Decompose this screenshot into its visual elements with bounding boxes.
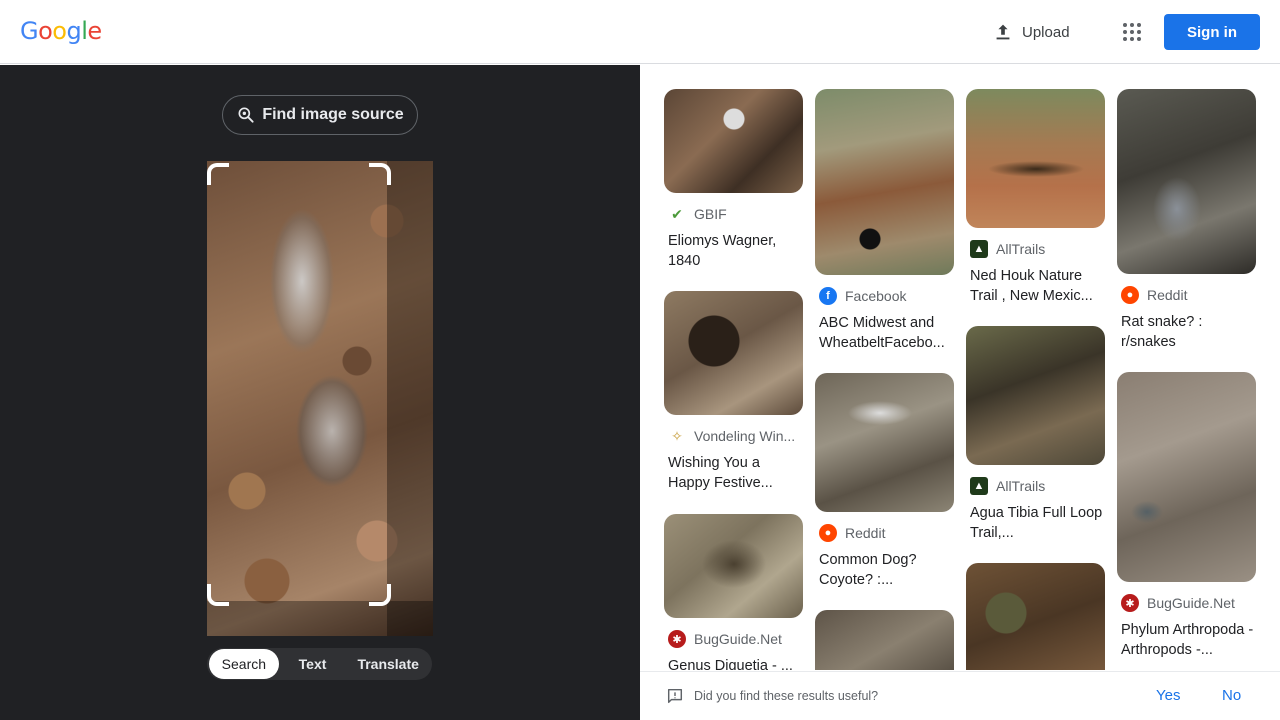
result-title[interactable]: Wishing You a Happy Festive... xyxy=(664,453,803,493)
crop-dim-bottom xyxy=(207,601,433,636)
result-source: ✱ BugGuide.Net xyxy=(1117,594,1256,612)
source-name: BugGuide.Net xyxy=(694,631,782,647)
result-card[interactable]: ● Reddit Common Dog? Coyote? :... xyxy=(815,373,954,590)
source-name: AllTrails xyxy=(996,478,1046,494)
result-source: ▲ AllTrails xyxy=(966,477,1105,495)
result-thumbnail[interactable] xyxy=(815,610,954,670)
source-name: GBIF xyxy=(694,206,727,222)
mode-switcher: Search Text Translate xyxy=(207,648,432,680)
find-image-source-button[interactable]: Find image source xyxy=(222,95,418,135)
result-title[interactable]: Phylum Arthropoda - Arthropods -... xyxy=(1117,620,1256,660)
source-name: Reddit xyxy=(845,525,886,541)
result-card[interactable]: f Facebook ABC Midwest and WheatbeltFaceb… xyxy=(815,89,954,353)
result-thumbnail[interactable] xyxy=(966,563,1105,670)
result-thumbnail[interactable] xyxy=(815,89,954,275)
feedback-question: Did you find these results useful? xyxy=(694,689,879,703)
find-image-source-label: Find image source xyxy=(262,106,404,123)
feedback-yes-button[interactable]: Yes xyxy=(1156,687,1180,704)
result-title[interactable]: Ned Houk Nature Trail , New Mexic... xyxy=(966,266,1105,306)
feedback-bar: Did you find these results useful? Yes N… xyxy=(640,671,1280,720)
reddit-icon: ● xyxy=(1121,286,1139,304)
logo-letter: e xyxy=(87,17,102,45)
result-source: ✔ GBIF xyxy=(664,205,803,223)
result-card[interactable]: ✔ GBIF Eliomys Wagner, 1840 xyxy=(664,89,803,271)
gbif-icon: ✔ xyxy=(671,205,683,222)
lens-search-icon xyxy=(238,107,254,123)
google-logo[interactable]: Google xyxy=(20,17,102,45)
logo-letter: o xyxy=(38,17,53,45)
query-panel: Find image source Search Text Translate xyxy=(0,65,640,720)
result-thumbnail[interactable] xyxy=(1117,89,1256,274)
upload-label: Upload xyxy=(1022,23,1070,41)
upload-button[interactable]: Upload xyxy=(982,12,1082,52)
results-grid: ✔ GBIF Eliomys Wagner, 1840 ✧ Vondeling Wi… xyxy=(640,65,1280,670)
result-thumbnail[interactable] xyxy=(664,514,803,618)
sign-in-button[interactable]: Sign in xyxy=(1164,14,1260,50)
mode-translate-tab[interactable]: Translate xyxy=(346,649,430,679)
bugguide-icon: ✱ xyxy=(1121,594,1139,612)
result-title[interactable]: Agua Tibia Full Loop Trail,... xyxy=(966,503,1105,543)
result-card[interactable]: ▲ AllTrails Ned Houk Nature Trail , New M… xyxy=(966,89,1105,306)
result-thumbnail[interactable] xyxy=(664,291,803,415)
result-source: ▲ AllTrails xyxy=(966,240,1105,258)
source-name: Reddit xyxy=(1147,287,1188,303)
feedback-icon xyxy=(667,688,683,704)
result-title[interactable]: Genus Diguetia - ... xyxy=(664,656,803,670)
alltrails-icon: ▲ xyxy=(970,477,988,495)
logo-letter: G xyxy=(20,17,39,45)
result-source: ● Reddit xyxy=(815,524,954,542)
result-card[interactable]: ✱ BugGuide.Net Genus Diguetia - ... xyxy=(664,514,803,670)
alltrails-icon: ▲ xyxy=(970,240,988,258)
query-image[interactable] xyxy=(207,161,433,636)
result-card[interactable] xyxy=(966,563,1105,670)
result-thumbnail[interactable] xyxy=(966,326,1105,465)
source-name: BugGuide.Net xyxy=(1147,595,1235,611)
logo-letter: o xyxy=(52,17,67,45)
vondeling-icon: ✧ xyxy=(671,427,683,444)
result-source: ● Reddit xyxy=(1117,286,1256,304)
source-name: Facebook xyxy=(845,288,907,304)
result-source: ✱ BugGuide.Net xyxy=(664,630,803,648)
result-thumbnail[interactable] xyxy=(815,373,954,512)
result-card[interactable]: ✧ Vondeling Win... Wishing You a Happy Fe… xyxy=(664,291,803,493)
result-thumbnail[interactable] xyxy=(966,89,1105,228)
result-title[interactable]: Common Dog? Coyote? :... xyxy=(815,550,954,590)
crop-handle-top-left[interactable] xyxy=(207,163,229,185)
result-card[interactable] xyxy=(815,610,954,670)
facebook-icon: f xyxy=(819,287,837,305)
feedback-no-button[interactable]: No xyxy=(1222,687,1241,704)
result-card[interactable]: ✱ BugGuide.Net Phylum Arthropoda - Arthro… xyxy=(1117,372,1256,660)
result-card[interactable]: ▲ AllTrails Agua Tibia Full Loop Trail,..… xyxy=(966,326,1105,543)
result-title[interactable]: ABC Midwest and WheatbeltFacebo... xyxy=(815,313,954,353)
mode-text-tab[interactable]: Text xyxy=(279,649,347,679)
result-thumbnail[interactable] xyxy=(664,89,803,193)
result-source: ✧ Vondeling Win... xyxy=(664,427,803,445)
mode-search-tab[interactable]: Search xyxy=(209,649,279,679)
result-title[interactable]: Eliomys Wagner, 1840 xyxy=(664,231,803,271)
result-source: f Facebook xyxy=(815,287,954,305)
crop-handle-bottom-right[interactable] xyxy=(369,584,391,606)
result-card[interactable]: ● Reddit Rat snake? : r/snakes xyxy=(1117,89,1256,352)
bugguide-icon: ✱ xyxy=(668,630,686,648)
crop-dim-right xyxy=(387,161,433,636)
crop-handle-bottom-left[interactable] xyxy=(207,584,229,606)
reddit-icon: ● xyxy=(819,524,837,542)
upload-icon xyxy=(996,24,1010,40)
result-title[interactable]: Rat snake? : r/snakes xyxy=(1117,312,1256,352)
top-bar: Google Upload Sign in xyxy=(0,0,1280,64)
crop-handle-top-right[interactable] xyxy=(369,163,391,185)
source-name: Vondeling Win... xyxy=(694,428,796,444)
result-thumbnail[interactable] xyxy=(1117,372,1256,582)
logo-letter: g xyxy=(66,17,82,45)
apps-grid-icon[interactable] xyxy=(1114,14,1150,50)
source-name: AllTrails xyxy=(996,241,1046,257)
